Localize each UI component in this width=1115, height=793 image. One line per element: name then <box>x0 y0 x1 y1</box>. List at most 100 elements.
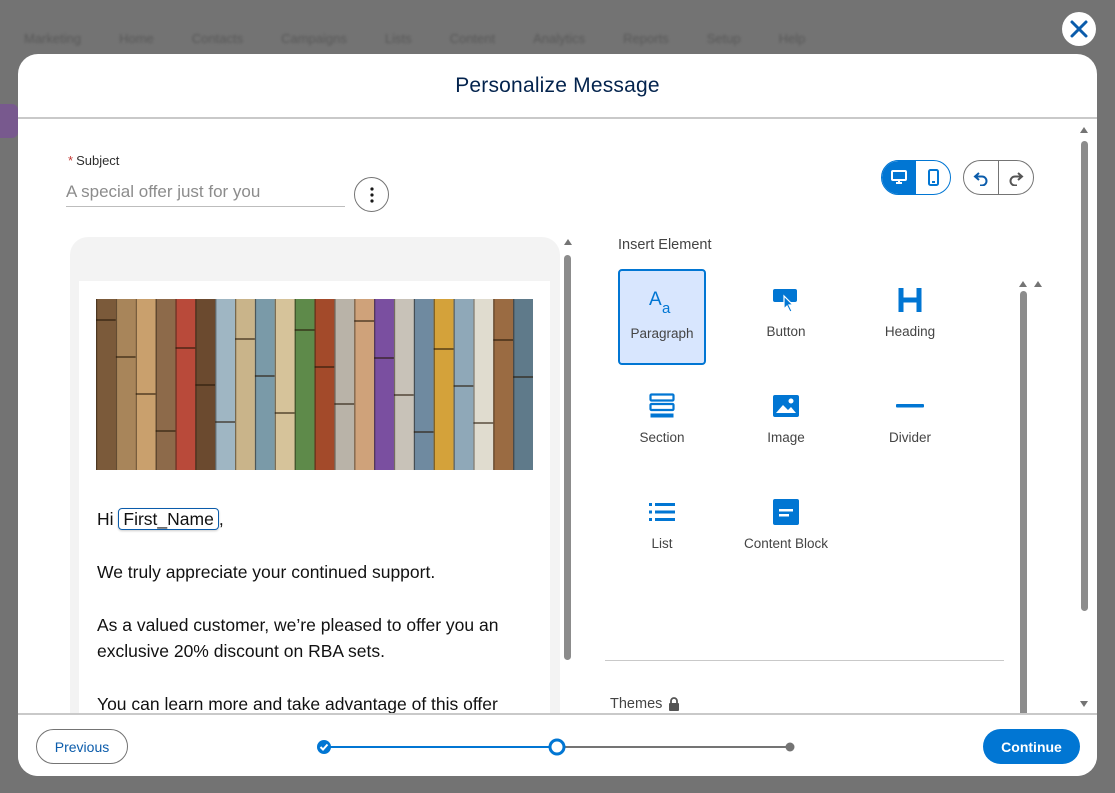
hero-image[interactable] <box>96 299 533 470</box>
plank-edge <box>433 299 435 470</box>
scroll-up-arrow[interactable] <box>564 239 572 245</box>
email-preview-content: Hi First_Name, We truly appreciate your … <box>79 281 550 721</box>
redo-button[interactable] <box>998 161 1033 194</box>
wood-plank <box>513 299 533 470</box>
wood-plank <box>334 299 355 470</box>
bg-nav-item: Home <box>119 30 154 46</box>
progress-indicator <box>317 738 795 756</box>
panel-divider <box>605 660 1004 661</box>
greeting-prefix: Hi <box>97 509 114 529</box>
continue-button[interactable]: Continue <box>983 729 1080 764</box>
element-content-block[interactable]: Content Block <box>742 481 830 577</box>
required-marker: * <box>68 153 74 168</box>
plank-edge <box>294 299 296 470</box>
close-icon <box>1070 20 1088 38</box>
mobile-view-button[interactable] <box>916 161 950 194</box>
element-image[interactable]: Image <box>742 375 830 471</box>
preview-scrollbar[interactable] <box>563 239 572 719</box>
close-button[interactable] <box>1062 12 1096 46</box>
scroll-thumb[interactable] <box>1020 291 1027 727</box>
plank-joint <box>195 384 216 386</box>
desktop-icon <box>891 170 907 184</box>
redo-icon <box>1009 171 1024 186</box>
more-options-icon <box>369 186 374 203</box>
plank-edge <box>493 299 495 470</box>
wood-plank <box>274 299 296 470</box>
plank-edge <box>453 299 455 470</box>
svg-text:a: a <box>662 300 671 316</box>
bg-nav-item: Marketing <box>24 30 82 46</box>
bg-nav-item: Lists <box>384 30 412 46</box>
element-label: Content Block <box>743 536 829 551</box>
subject-input[interactable] <box>66 177 345 207</box>
plank-joint <box>274 412 295 414</box>
scroll-up-arrow[interactable] <box>1080 127 1088 133</box>
progress-step-complete[interactable] <box>317 740 331 754</box>
plank-joint <box>155 430 176 432</box>
email-body[interactable]: Hi First_Name, We truly appreciate your … <box>97 506 527 744</box>
element-list[interactable]: List <box>618 481 706 577</box>
element-label: Button <box>766 324 806 339</box>
undo-button[interactable] <box>964 161 998 194</box>
element-label: Heading <box>884 324 936 339</box>
subject-label-text: Subject <box>76 153 120 168</box>
bg-nav-item: Contacts <box>191 30 244 46</box>
wood-plank <box>235 299 256 470</box>
scroll-up-arrow[interactable] <box>1034 281 1042 287</box>
bg-nav-item: Content <box>449 30 496 46</box>
plank-joint <box>354 320 375 322</box>
element-label: Paragraph <box>630 326 694 341</box>
undo-icon <box>973 171 988 186</box>
plank-joint <box>96 319 116 321</box>
themes-label-text: Themes <box>610 696 663 712</box>
modal-title: Personalize Message <box>455 73 660 97</box>
plank-edge <box>195 299 197 470</box>
previous-button[interactable]: Previous <box>36 729 128 764</box>
progress-step-upcoming[interactable] <box>785 742 795 752</box>
lock-icon <box>669 697 680 711</box>
plank-joint <box>254 375 275 377</box>
plank-edge <box>334 299 336 470</box>
scroll-thumb[interactable] <box>1081 141 1088 611</box>
plank-joint <box>215 421 236 423</box>
merge-field-tag[interactable]: First_Name <box>118 508 219 530</box>
plank-edge <box>393 299 396 470</box>
wood-plank <box>135 299 157 470</box>
plank-joint <box>453 385 474 387</box>
image-icon <box>773 391 799 421</box>
plank-joint <box>493 339 514 341</box>
subject-label: * Subject <box>68 153 119 168</box>
plank-edge <box>115 299 118 470</box>
element-divider[interactable]: Divider <box>866 375 954 471</box>
scroll-down-arrow[interactable] <box>1080 701 1088 707</box>
desktop-view-button[interactable] <box>882 161 916 194</box>
plank-joint <box>115 356 136 358</box>
background-nav: Marketing Home Contacts Campaigns Lists … <box>0 18 1115 58</box>
wood-plank <box>453 299 474 470</box>
wood-plank <box>433 299 455 470</box>
plank-joint <box>135 393 156 395</box>
plank-edge <box>235 299 237 470</box>
element-paragraph[interactable]: Aa Paragraph <box>618 269 706 365</box>
plank-joint <box>433 348 454 350</box>
modal-scrollbar[interactable] <box>1080 127 1089 707</box>
panel-scrollbar[interactable] <box>1019 281 1028 776</box>
element-section[interactable]: Section <box>618 375 706 471</box>
wood-plank <box>294 299 315 470</box>
modal-header: Personalize Message <box>18 54 1097 119</box>
wood-plank <box>393 299 415 470</box>
wood-plank <box>493 299 514 470</box>
subject-more-options-button[interactable] <box>354 177 389 212</box>
element-label: List <box>651 536 673 551</box>
scroll-thumb[interactable] <box>564 255 571 660</box>
element-button[interactable]: Button <box>742 269 830 365</box>
email-preview: Hi First_Name, We truly appreciate your … <box>70 237 560 721</box>
progress-step-current[interactable] <box>548 738 566 756</box>
element-heading[interactable]: Heading <box>866 269 954 365</box>
bg-nav-item: Campaigns <box>281 30 347 46</box>
scroll-up-arrow[interactable] <box>1019 281 1027 287</box>
wood-plank <box>354 299 375 470</box>
wood-plank <box>155 299 176 470</box>
plank-joint <box>294 329 315 331</box>
modal-footer: Previous Continue <box>18 713 1097 776</box>
